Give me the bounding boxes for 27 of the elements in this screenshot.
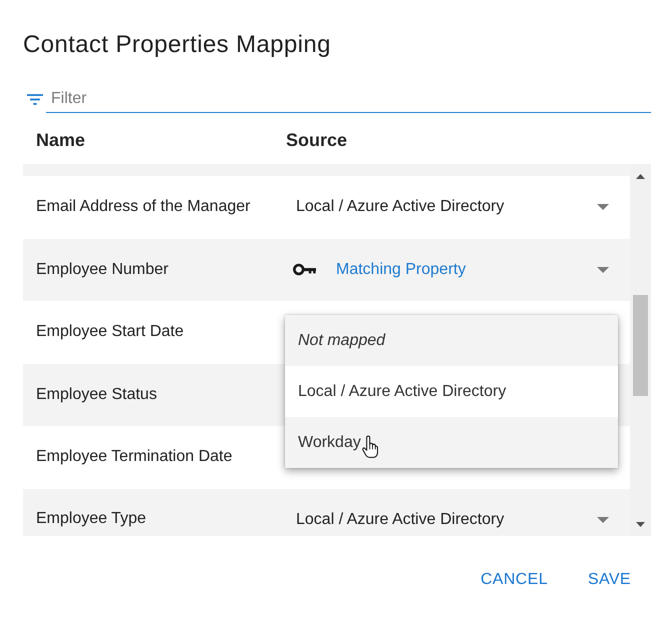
caret-icon <box>597 516 609 522</box>
menu-option[interactable]: Local / Azure Active Directory <box>285 366 618 418</box>
source-select[interactable]: Matching Property <box>286 260 618 280</box>
menu-option[interactable]: Not mapped <box>285 315 618 366</box>
cancel-button[interactable]: CANCEL <box>472 562 556 598</box>
property-name: Employee Number <box>36 260 168 278</box>
scrollbar-thumb[interactable] <box>633 295 648 396</box>
source-select[interactable]: Local / Azure Active Directory <box>286 510 618 530</box>
property-name: Employee Start Date <box>36 323 184 340</box>
property-name: Employee Type <box>36 510 146 526</box>
dialog-title: Contact Properties Mapping <box>23 30 331 60</box>
caret-icon <box>597 204 609 210</box>
property-name: Email Address of the Manager <box>36 198 250 216</box>
property-name: Employee Status <box>36 386 157 403</box>
save-button[interactable]: SAVE <box>580 562 639 598</box>
filter-field[interactable]: Filter <box>46 85 651 113</box>
hand-cursor-icon <box>362 434 378 459</box>
filter-icon <box>27 94 43 104</box>
key-icon <box>293 263 316 276</box>
column-header: Source <box>286 130 348 150</box>
property-name: Employee Termination Date <box>36 448 232 466</box>
caret-icon <box>597 266 609 273</box>
scroll-up-icon[interactable] <box>636 174 645 178</box>
scroll-down-icon[interactable] <box>636 522 645 526</box>
menu-option[interactable]: Workday <box>285 417 618 468</box>
column-header: Name <box>36 130 86 150</box>
source-select[interactable]: Local / Azure Active Directory <box>286 197 618 218</box>
